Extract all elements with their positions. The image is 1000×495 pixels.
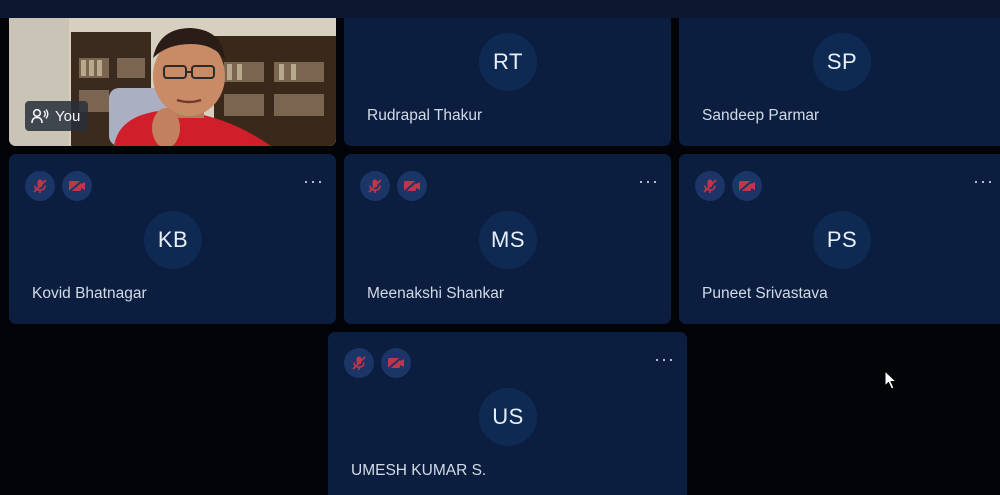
camera-off-icon — [387, 356, 404, 370]
participant-avatar: KB — [144, 211, 202, 269]
mic-muted-icon — [33, 179, 47, 193]
participant-avatar: MS — [479, 211, 537, 269]
self-video-tile[interactable]: You — [9, 18, 336, 146]
participant-name: UMESH KUMAR S. — [351, 462, 487, 479]
top-toolbar — [0, 0, 1000, 18]
camera-off-icon — [403, 179, 420, 193]
camera-off-button[interactable] — [732, 171, 762, 201]
participant-tile[interactable]: ··· MS Meenakshi Shankar — [344, 154, 671, 324]
mic-muted-icon — [352, 356, 366, 370]
participant-name: Kovid Bhatnagar — [32, 285, 147, 302]
mic-muted-icon — [703, 179, 717, 193]
mic-muted-icon — [368, 179, 382, 193]
participant-avatar: SP — [813, 33, 871, 91]
participant-tile[interactable]: ··· KB Kovid Bhatnagar — [9, 154, 336, 324]
participant-avatar: PS — [813, 211, 871, 269]
more-options-button[interactable]: ··· — [973, 172, 994, 190]
participant-tile[interactable]: SP Sandeep Parmar — [679, 18, 1000, 146]
participant-avatar: US — [479, 388, 537, 446]
mic-muted-button[interactable] — [344, 348, 374, 378]
mic-muted-button[interactable] — [360, 171, 390, 201]
mic-muted-button[interactable] — [695, 171, 725, 201]
participant-tile[interactable]: RT Rudrapal Thakur — [344, 18, 671, 146]
participant-name: Sandeep Parmar — [702, 107, 820, 124]
camera-off-button[interactable] — [381, 348, 411, 378]
mouse-cursor-icon — [884, 370, 898, 390]
camera-off-icon — [68, 179, 85, 193]
participant-tile[interactable]: ··· PS Puneet Srivastava — [679, 154, 1000, 324]
camera-off-button[interactable] — [62, 171, 92, 201]
you-label: You — [55, 107, 81, 125]
participant-name: Rudrapal Thakur — [367, 107, 483, 124]
participant-avatar: RT — [479, 33, 537, 91]
camera-off-icon — [738, 179, 755, 193]
you-badge: You — [25, 101, 89, 131]
mic-muted-button[interactable] — [25, 171, 55, 201]
participant-name: Puneet Srivastava — [702, 285, 828, 302]
more-options-button[interactable]: ··· — [654, 350, 675, 368]
more-options-button[interactable]: ··· — [303, 172, 324, 190]
speaker-icon — [31, 108, 49, 124]
participant-name: Meenakshi Shankar — [367, 285, 504, 302]
participant-tile[interactable]: ··· US UMESH KUMAR S. — [328, 332, 687, 495]
camera-off-button[interactable] — [397, 171, 427, 201]
more-options-button[interactable]: ··· — [638, 172, 659, 190]
